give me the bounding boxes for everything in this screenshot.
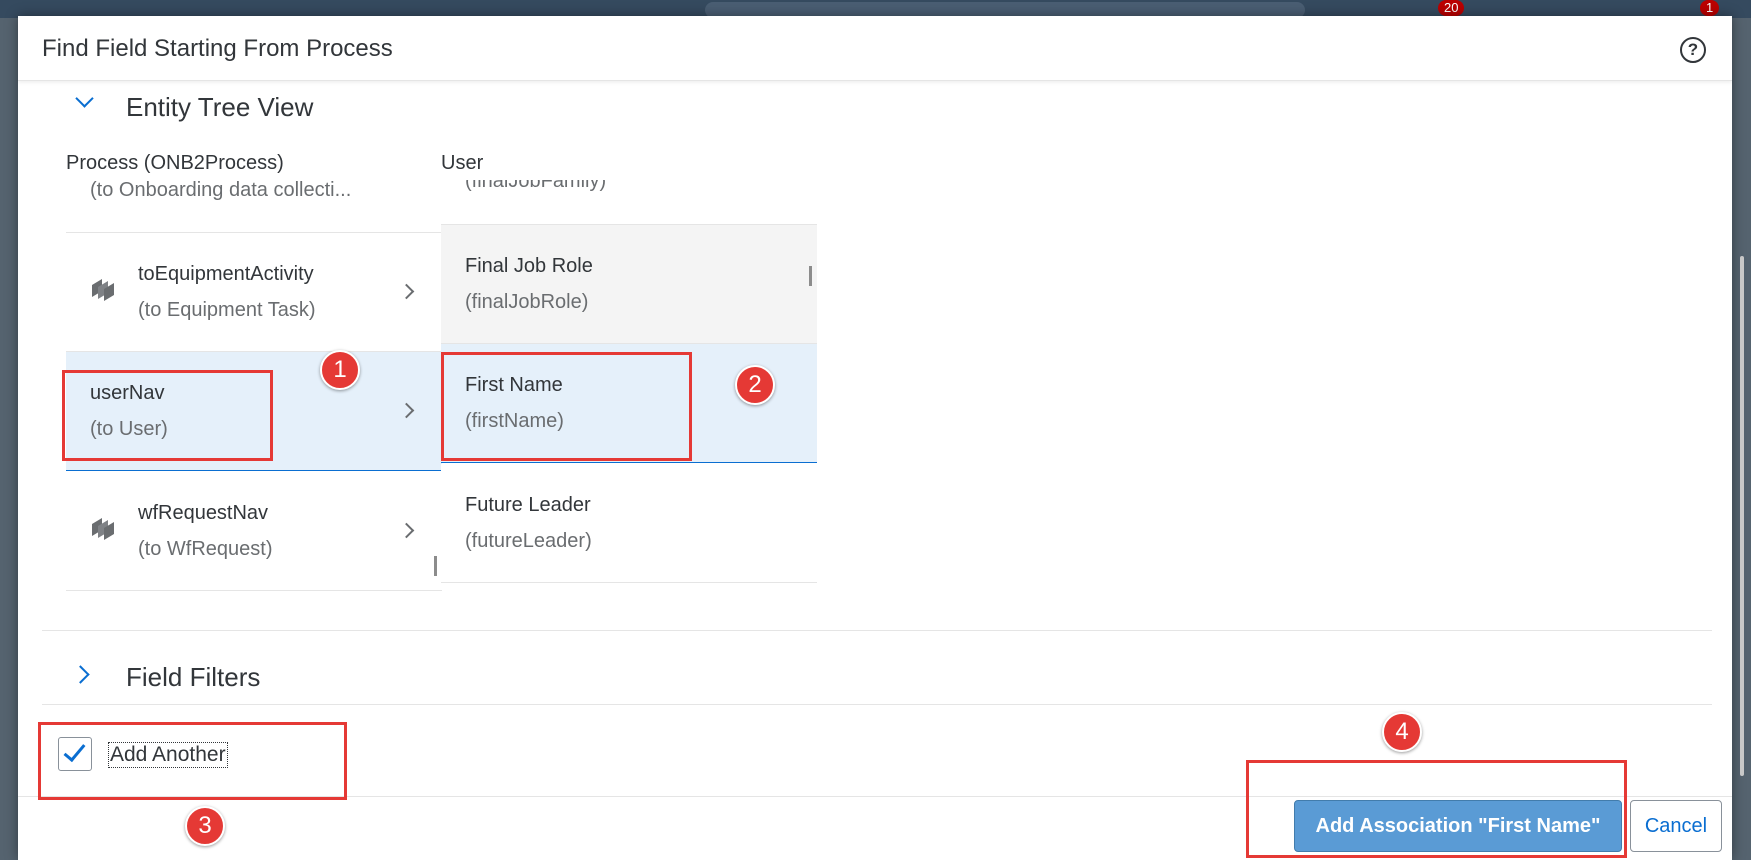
annotation-badge-2: 2 [735,365,775,405]
list-item-subtitle: (finalJobFamily) [465,180,607,192]
list-item-title: Future Leader [465,494,591,516]
cancel-button[interactable]: Cancel [1630,800,1722,852]
entity-stack-icon [92,518,114,540]
question-circle-icon[interactable]: ? [1680,37,1706,63]
list-item-finalJobRole[interactable]: Final Job Role (finalJobRole) [441,225,817,344]
annotation-badge-4: 4 [1382,712,1422,752]
chevron-right-icon [398,402,415,419]
entity-tree-section-toggle[interactable]: Entity Tree View [58,86,458,126]
section-divider [42,630,1712,631]
process-column-subheader: (to Onboarding data collecti... [90,179,352,201]
annotation-badge-3: 3 [185,806,225,846]
section-divider [42,704,1712,705]
notification-badge: 20 [1438,0,1465,16]
list-item-subtitle: (finalJobRole) [465,291,589,313]
right-column-scrollbar[interactable] [809,266,812,286]
process-column-header: Process (ONB2Process) [66,152,284,174]
chevron-right-icon [398,283,415,300]
dialog-title: Find Field Starting From Process [42,35,393,62]
list-item-subtitle: (to Equipment Task) [138,299,316,321]
list-item-title: wfRequestNav [138,502,269,524]
dialog-header: Find Field Starting From Process ? [18,16,1732,81]
alert-badge: 1 [1700,0,1720,16]
left-column-scrollbar[interactable] [434,556,437,576]
field-filters-section-title: Field Filters [126,662,261,692]
list-item-toEquipmentActivity[interactable]: toEquipmentActivity (to Equipment Task) [66,233,442,352]
list-item-subtitle: (futureLeader) [465,530,592,552]
annotation-box-add-another [38,722,347,800]
annotation-box-add-association [1246,760,1627,858]
entity-stack-icon [92,279,114,301]
chevron-right-icon [71,665,90,684]
annotation-badge-1: 1 [320,350,360,390]
list-item-wfRequestNav[interactable]: wfRequestNav (to WfRequest) [66,472,442,591]
chevron-right-icon [398,522,415,539]
background-left-panel [0,18,18,860]
entity-tree-section-title: Entity Tree View [126,92,314,122]
list-item-subtitle: (to WfRequest) [138,538,273,560]
annotation-box-firstname [441,352,692,461]
list-item-title: toEquipmentActivity [138,263,314,285]
chevron-down-icon [75,89,94,108]
list-item-futureLeader[interactable]: Future Leader (futureLeader) [441,464,817,583]
dialog-scrollbar[interactable] [1740,256,1744,776]
list-item-title: Final Job Role [465,255,593,277]
field-filters-section-toggle[interactable]: Field Filters [58,656,458,696]
user-column-header: User [441,152,484,174]
annotation-box-usernav [62,370,273,461]
partial-list-item[interactable]: (finalJobFamily) [441,180,817,204]
